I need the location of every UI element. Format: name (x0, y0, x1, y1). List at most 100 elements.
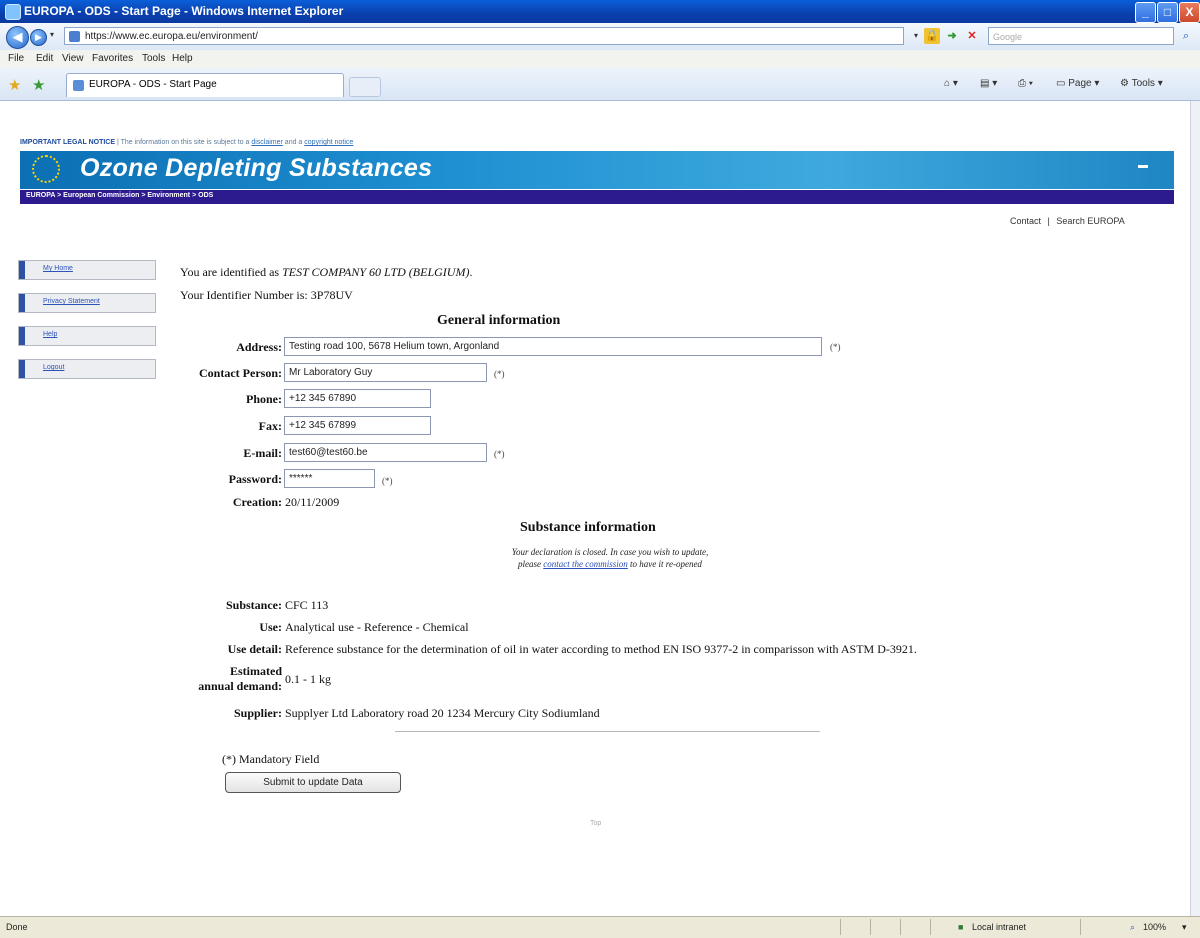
tools-menu-label: Tools (1131, 78, 1155, 89)
legal-notice: IMPORTANT LEGAL NOTICE | The information… (20, 139, 353, 146)
print-icon[interactable]: ⎙ ▾ (1018, 78, 1033, 89)
sidebar-item-label: Help (43, 331, 58, 338)
favorites-star-icon[interactable]: ★ (8, 76, 21, 94)
zoom-dropdown-icon[interactable]: ▾ (1182, 922, 1187, 933)
sidebar-item-label: Privacy Statement (43, 298, 100, 305)
supplier-label: Supplier: (233, 706, 282, 720)
identifier-line: Your Identifier Number is: 3P78UV (180, 288, 353, 302)
password-mandatory-mark: (*) (382, 476, 393, 486)
stop-icon[interactable]: ✕ (964, 28, 980, 44)
sidebar-item-logout[interactable]: Logout (18, 359, 156, 379)
note-line-2: please contact the commission to have it… (400, 558, 820, 570)
legal-notice-text: | The information on this site is subjec… (115, 139, 252, 146)
contact-link[interactable]: Contact (1010, 216, 1041, 226)
declaration-closed-note: Your declaration is closed. In case you … (400, 546, 820, 570)
email-field[interactable]: test60@test60.be (284, 443, 487, 462)
add-favorite-icon[interactable]: ★ (32, 76, 45, 94)
vertical-scrollbar[interactable] (1190, 101, 1200, 916)
password-label: Password: (228, 472, 282, 486)
tab-title: EUROPA - ODS - Start Page (89, 79, 217, 90)
window-title-bar: EUROPA - ODS - Start Page - Windows Inte… (0, 0, 1200, 23)
url-input[interactable]: https://www.ec.europa.eu/environment/ (64, 27, 904, 45)
tools-menu[interactable]: ⚙ Tools ▾ (1120, 78, 1163, 89)
estimated-demand-label-line1: Estimated (230, 664, 282, 678)
submit-update-button[interactable]: Submit to update Data (225, 772, 401, 793)
menu-favorites[interactable]: Favorites (92, 53, 133, 64)
fax-field[interactable]: +12 345 67899 (284, 416, 431, 435)
status-divider (1080, 919, 1081, 935)
page-menu-label: Page (1068, 78, 1092, 89)
sidebar-item-label: Logout (43, 364, 65, 371)
banner-menu-icon[interactable] (1138, 165, 1148, 168)
contact-commission-link[interactable]: contact the commission (543, 559, 628, 569)
status-divider (930, 919, 931, 935)
tab-ods-start-page[interactable]: EUROPA - ODS - Start Page (66, 73, 344, 97)
sidebar-marker (19, 261, 25, 279)
search-icon[interactable]: ⌕ (1178, 28, 1194, 44)
company-name: TEST COMPANY 60 LTD (BELGIUM) (282, 265, 470, 279)
close-button[interactable]: X (1179, 2, 1200, 23)
password-field[interactable]: ****** (284, 469, 375, 488)
general-information-title: General information (437, 313, 561, 328)
menu-bar: File Edit View Favorites Tools Help (0, 50, 1200, 69)
creation-label: Creation: (232, 495, 282, 509)
legal-notice-label: IMPORTANT LEGAL NOTICE (20, 139, 116, 146)
copyright-link[interactable]: copyright notice (304, 139, 353, 146)
zoom-level[interactable]: 100% (1143, 922, 1166, 932)
legal-and-text: and a (282, 139, 305, 146)
back-icon[interactable]: ◀ (6, 26, 29, 49)
new-tab-button[interactable] (349, 77, 381, 97)
home-icon[interactable]: ⌂ ▾ (944, 78, 958, 89)
minimize-button[interactable]: _ (1135, 2, 1156, 23)
menu-file[interactable]: File (8, 53, 24, 64)
estimated-demand-label: Estimated annual demand: (140, 664, 282, 694)
feeds-icon[interactable]: ▤ ▾ (980, 78, 997, 89)
identity-prefix: You are identified as (180, 265, 283, 279)
menu-help[interactable]: Help (172, 53, 193, 64)
breadcrumb-bar: EUROPA > European Commission > Environme… (20, 190, 1174, 204)
sidebar-item-privacy-statement[interactable]: Privacy Statement (18, 293, 156, 313)
breadcrumb[interactable]: EUROPA > European Commission > Environme… (26, 192, 213, 199)
top-links-separator: | (1047, 216, 1050, 226)
maximize-button[interactable]: □ (1157, 2, 1178, 23)
email-label: E-mail: (243, 446, 282, 460)
zoom-icon: ⌕ (1130, 922, 1136, 932)
url-dropdown-icon[interactable]: ▾ (908, 28, 924, 44)
top-link[interactable]: Top (590, 820, 601, 827)
fax-label: Fax: (258, 419, 282, 433)
status-divider (900, 919, 901, 935)
eu-flag-icon (32, 155, 60, 183)
menu-edit[interactable]: Edit (36, 53, 53, 64)
status-bar: Done ■ Local intranet ⌕ 100% ▾ (0, 916, 1200, 938)
ie-app-icon (5, 4, 21, 20)
sidebar-item-my-home[interactable]: My Home (18, 260, 156, 280)
use-label: Use: (259, 620, 282, 634)
phone-field[interactable]: +12 345 67890 (284, 389, 431, 408)
site-title: Ozone Depleting Substances (80, 154, 433, 182)
sidebar-marker (19, 294, 25, 312)
page-icon (69, 31, 80, 42)
substance-label: Substance: (225, 598, 282, 612)
contact-person-field[interactable]: Mr Laboratory Guy (284, 363, 487, 382)
page-menu-icon: ▭ (1056, 78, 1066, 89)
phone-label: Phone: (246, 392, 282, 406)
zone-label[interactable]: Local intranet (972, 922, 1026, 932)
menu-view[interactable]: View (62, 53, 84, 64)
refresh-icon[interactable]: ➜ (944, 28, 960, 44)
search-europa-link[interactable]: Search EUROPA (1056, 216, 1124, 226)
history-dropdown-icon[interactable]: ▾ (50, 30, 54, 39)
sidebar-item-help[interactable]: Help (18, 326, 156, 346)
address-toolbar: ◀ ▶ ▾ https://www.ec.europa.eu/environme… (0, 23, 1200, 51)
forward-icon[interactable]: ▶ (30, 29, 47, 46)
substance-value: CFC 113 (285, 598, 329, 612)
page-menu[interactable]: ▭ Page ▾ (1056, 78, 1099, 89)
estimated-demand-value: 0.1 - 1 kg (285, 672, 331, 686)
address-field[interactable]: Testing road 100, 5678 Helium town, Argo… (284, 337, 822, 356)
window-title: EUROPA - ODS - Start Page - Windows Inte… (24, 4, 344, 18)
search-input[interactable]: Google (988, 27, 1174, 45)
disclaimer-link[interactable]: disclaimer (251, 139, 283, 146)
creation-value: 20/11/2009 (285, 495, 340, 509)
lock-icon[interactable]: 🔒 (924, 28, 940, 44)
email-mandatory-mark: (*) (494, 449, 505, 459)
menu-tools[interactable]: Tools (142, 53, 165, 64)
